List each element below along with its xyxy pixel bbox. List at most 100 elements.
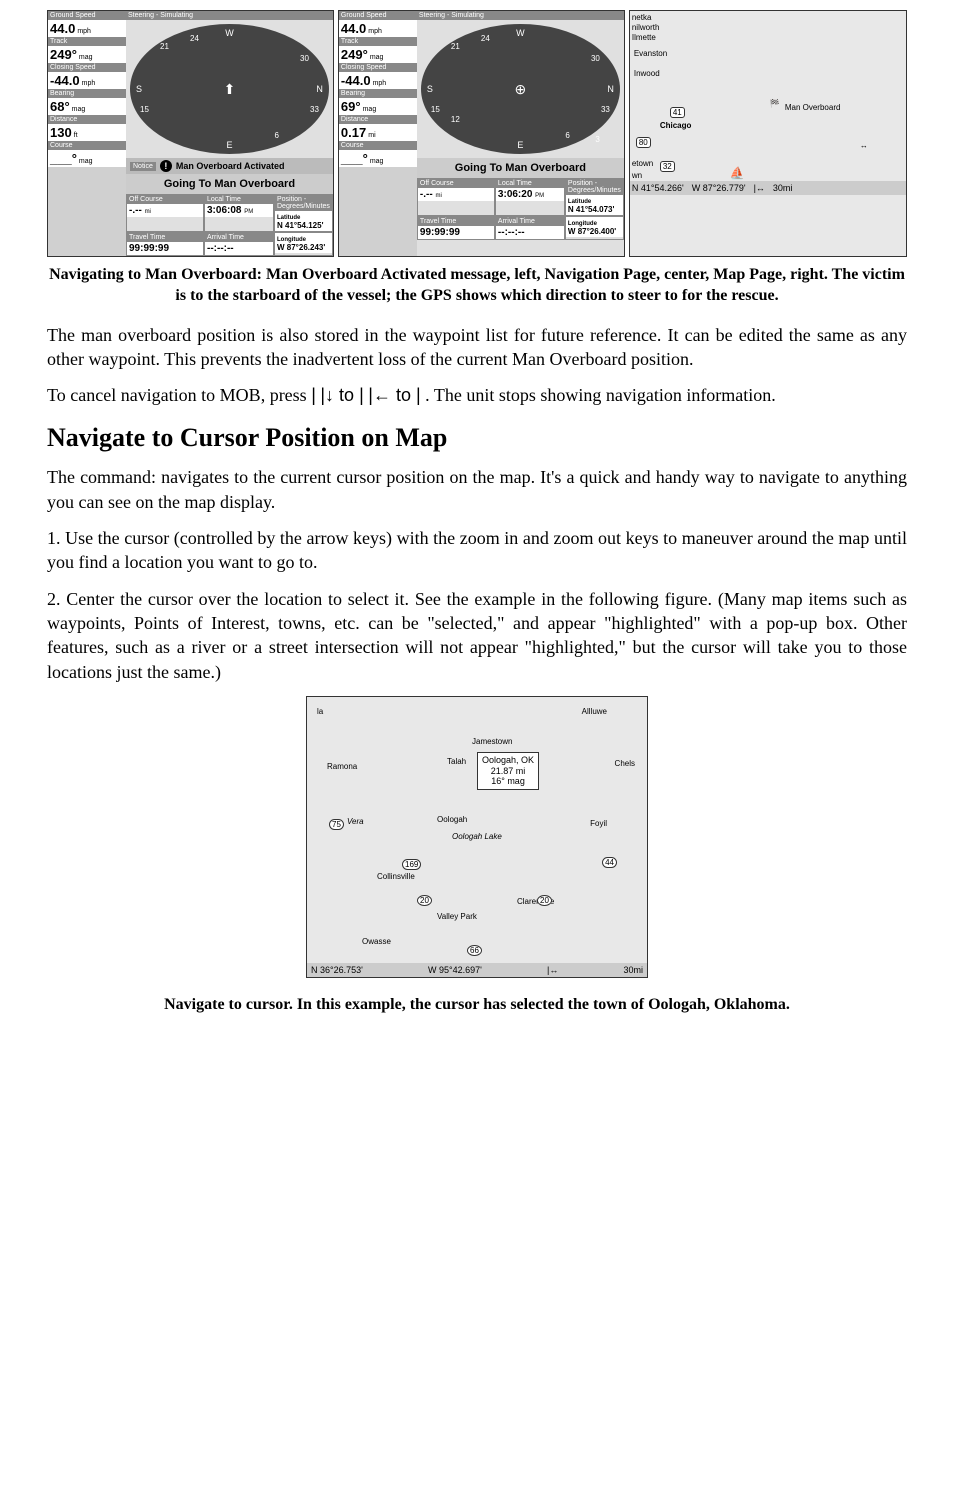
- local-time-ampm: PM: [244, 209, 253, 215]
- place-chicago: Chicago: [660, 121, 692, 130]
- track-num: 249°: [50, 47, 77, 62]
- paragraph-1: The man overboard position is also store…: [47, 323, 907, 372]
- tick-15: 15: [140, 105, 149, 114]
- tick-15-c: 15: [431, 105, 440, 114]
- route-20a: 20: [417, 895, 432, 906]
- place-nilworth: nilworth: [632, 23, 660, 32]
- tick-6: 6: [274, 131, 278, 140]
- tick-6-c: 6: [565, 131, 569, 140]
- map-figure: la Allluwe Jamestown Ramona Talah Chels …: [306, 696, 648, 978]
- mob-marker-label: Man Overboard: [785, 103, 841, 112]
- course-unit: mag: [79, 158, 93, 165]
- route-66: 66: [467, 945, 482, 956]
- closing-speed-unit: mph: [82, 80, 96, 87]
- map-lon: W 87°26.779': [692, 183, 746, 193]
- closing-speed-label: Closing Speed: [48, 63, 126, 72]
- tick-21: 21: [160, 42, 169, 51]
- map-la: la: [317, 707, 323, 716]
- compass-icon: ↔: [860, 141, 868, 150]
- dist-num-c: 0.17: [341, 125, 366, 140]
- compass-s: S: [136, 84, 142, 94]
- off-course-num: -.--: [129, 205, 142, 216]
- travel-time-val-c: 99:99:99: [418, 226, 494, 239]
- route-80: 80: [636, 137, 651, 148]
- mapfig-arrows-icon: |↔: [547, 965, 558, 975]
- route-20b: 20: [537, 895, 552, 906]
- map-oologah-lake: Oologah Lake: [452, 832, 502, 841]
- cs-num-c: -44.0: [341, 73, 371, 88]
- map-valley-park: Valley Park: [437, 912, 477, 921]
- bearing-num-c: 69°: [341, 99, 361, 114]
- notice-text: Man Overboard Activated: [176, 161, 285, 171]
- gps-main-left: Steering - Simulating W E S N 21 24 30 3…: [126, 11, 333, 256]
- arrival-time-label-c: Arrival Time: [496, 217, 564, 226]
- route-44: 44: [602, 857, 617, 868]
- map-coord-bar: N 41°54.266' W 87°26.779' |↔ 30mi: [630, 181, 906, 195]
- bearing-unit-c: mag: [363, 106, 377, 113]
- travel-time-val: 99:99:99: [127, 242, 203, 255]
- paragraph-4: 1. Use the cursor (controlled by the arr…: [47, 526, 907, 575]
- track-unit: mag: [79, 54, 93, 61]
- map-scale: 30mi: [773, 183, 793, 193]
- local-time-num: 3:06:08: [207, 205, 241, 216]
- ground-speed-label: Ground Speed: [48, 11, 126, 20]
- tick-24-c: 24: [481, 34, 490, 43]
- compass-e-c: E: [517, 140, 523, 150]
- gps-sidebar-left: Ground Speed 44.0mph Track 249°mag Closi…: [48, 11, 126, 256]
- travel-time-label-c: Travel Time: [418, 217, 494, 226]
- tick-21-c: 21: [451, 42, 460, 51]
- compass-rose-c: W E S N 21 24 30 33 15 6 12 3 ⊕: [421, 24, 620, 154]
- bearing-label: Bearing: [48, 89, 126, 98]
- map-alluwe: Allluwe: [582, 707, 607, 716]
- place-ilmette: Ilmette: [632, 33, 656, 42]
- p2-g: . The unit stops showing navigation info…: [425, 385, 776, 405]
- place-netka: netka: [632, 13, 652, 22]
- bearing-label-c: Bearing: [339, 89, 417, 98]
- course-label: Course: [48, 141, 126, 150]
- travel-time-label: Travel Time: [127, 233, 203, 242]
- steering-header-c: Steering - Simulating: [417, 11, 624, 20]
- gps-panel-left: Ground Speed 44.0mph Track 249°mag Closi…: [47, 10, 334, 257]
- ground-speed-num: 44.0: [50, 21, 75, 36]
- off-course-unit: mi: [145, 209, 151, 215]
- closing-speed-num: -44.0: [50, 73, 80, 88]
- bottom-grid-left: Off Course-.-- mi Local Time3:06:08 PM P…: [126, 194, 333, 256]
- ground-speed-value: 44.0mph: [48, 20, 126, 37]
- p3-b: command: navigates to the current cursor…: [47, 467, 907, 511]
- key-nav: |: [359, 385, 364, 405]
- map-foyil: Foyil: [590, 819, 607, 828]
- map-owasse: Owasse: [362, 937, 391, 946]
- bearing-value: 68°mag: [48, 98, 126, 115]
- paragraph-3: The command: navigates to the current cu…: [47, 465, 907, 514]
- key-left: |← to: [368, 385, 416, 405]
- compass-w: W: [225, 28, 234, 38]
- closing-speed-value: -44.0mph: [48, 72, 126, 89]
- place-etown: etown: [632, 159, 653, 168]
- local-time-val: 3:06:08 PM: [205, 204, 273, 217]
- caption-1: Navigating to Man Overboard: Man Overboa…: [47, 265, 907, 307]
- gps-sidebar-center: Ground Speed 44.0mph Track 249°mag Closi…: [339, 11, 417, 256]
- compass-target-icon: ⊕: [515, 81, 527, 98]
- closing-speed-value-c: -44.0mph: [339, 72, 417, 89]
- compass-e: E: [226, 140, 232, 150]
- compass-s-c: S: [427, 84, 433, 94]
- popup-line1: Oologah, OK: [482, 755, 534, 766]
- map-ramona: Ramona: [327, 762, 357, 771]
- mapfig-scale: 30mi: [623, 965, 643, 975]
- compass-n: N: [316, 84, 323, 94]
- course-unit-c: mag: [370, 158, 384, 165]
- place-wn: wn: [632, 171, 642, 180]
- tick-3-c: 3: [595, 135, 599, 144]
- track-label-c: Track: [339, 37, 417, 46]
- course-value: ___°mag: [48, 150, 126, 167]
- gps-screenshot-row: Ground Speed 44.0mph Track 249°mag Closi…: [47, 10, 907, 257]
- course-value-c: ___°mag: [339, 150, 417, 167]
- boat-icon: ⛵: [730, 166, 745, 180]
- going-to-bar: Going To Man Overboard: [126, 174, 333, 194]
- popup-line2: 21.87 mi: [482, 766, 534, 777]
- section-heading: Navigate to Cursor Position on Map: [47, 423, 907, 453]
- bearing-value-c: 69°mag: [339, 98, 417, 115]
- distance-num: 130: [50, 125, 72, 140]
- compass-n-c: N: [607, 84, 614, 94]
- mapfig-lat: N 36°26.753': [311, 965, 363, 975]
